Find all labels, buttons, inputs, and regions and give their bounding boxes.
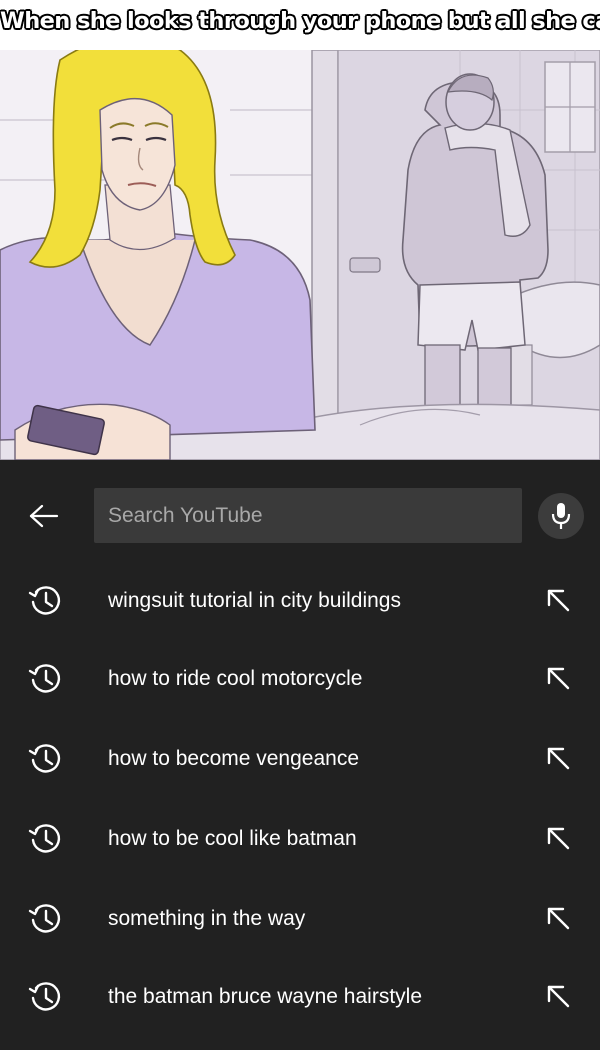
back-button[interactable] <box>22 496 66 536</box>
history-icon <box>28 904 61 933</box>
search-field[interactable] <box>94 488 522 543</box>
arrow-up-left-icon <box>547 907 570 930</box>
history-icon <box>28 824 61 853</box>
history-item[interactable]: wingsuit tutorial in city buildings <box>0 560 600 640</box>
fill-query-button[interactable] <box>540 582 576 618</box>
history-item[interactable]: something in the way <box>0 878 600 958</box>
history-item[interactable]: how to become vengeance <box>0 718 600 798</box>
fill-query-button[interactable] <box>540 978 576 1014</box>
arrow-up-left-icon <box>547 589 570 612</box>
meme-caption: When she looks through your phone but al… <box>0 8 600 34</box>
history-item[interactable]: how to be cool like batman <box>0 798 600 878</box>
comic-illustration <box>0 0 600 460</box>
youtube-search-screen: wingsuit tutorial in city buildings how … <box>0 460 600 1050</box>
history-item-text: how to become vengeance <box>108 746 360 770</box>
history-item-text: how to ride cool motorcycle <box>108 666 363 690</box>
caption-bar: When she looks through your phone but al… <box>0 0 600 50</box>
history-icon <box>28 664 61 693</box>
microphone-icon <box>551 503 571 529</box>
history-item-text: the batman bruce wayne hairstyle <box>108 984 423 1008</box>
fill-query-button[interactable] <box>540 740 576 776</box>
history-item[interactable]: how to ride cool motorcycle <box>0 638 600 718</box>
history-item-text: wingsuit tutorial in city buildings <box>108 588 401 612</box>
fill-query-button[interactable] <box>540 820 576 856</box>
comic-panel: When she looks through your phone but al… <box>0 0 600 460</box>
meme: When she looks through your phone but al… <box>0 0 600 1050</box>
fill-query-button[interactable] <box>540 900 576 936</box>
arrow-up-left-icon <box>547 827 570 850</box>
voice-search-button[interactable] <box>538 493 584 539</box>
history-item-text: how to be cool like batman <box>108 826 357 850</box>
arrow-up-left-icon <box>547 985 570 1008</box>
arrow-up-left-icon <box>547 667 570 690</box>
history-icon <box>28 744 61 773</box>
history-icon <box>28 586 61 615</box>
history-icon <box>28 982 61 1011</box>
fill-query-button[interactable] <box>540 660 576 696</box>
history-item-text: something in the way <box>108 906 306 930</box>
history-item[interactable]: the batman bruce wayne hairstyle <box>0 956 600 1036</box>
arrow-left-icon <box>29 504 59 528</box>
arrow-up-left-icon <box>547 747 570 770</box>
search-input[interactable] <box>94 488 522 543</box>
